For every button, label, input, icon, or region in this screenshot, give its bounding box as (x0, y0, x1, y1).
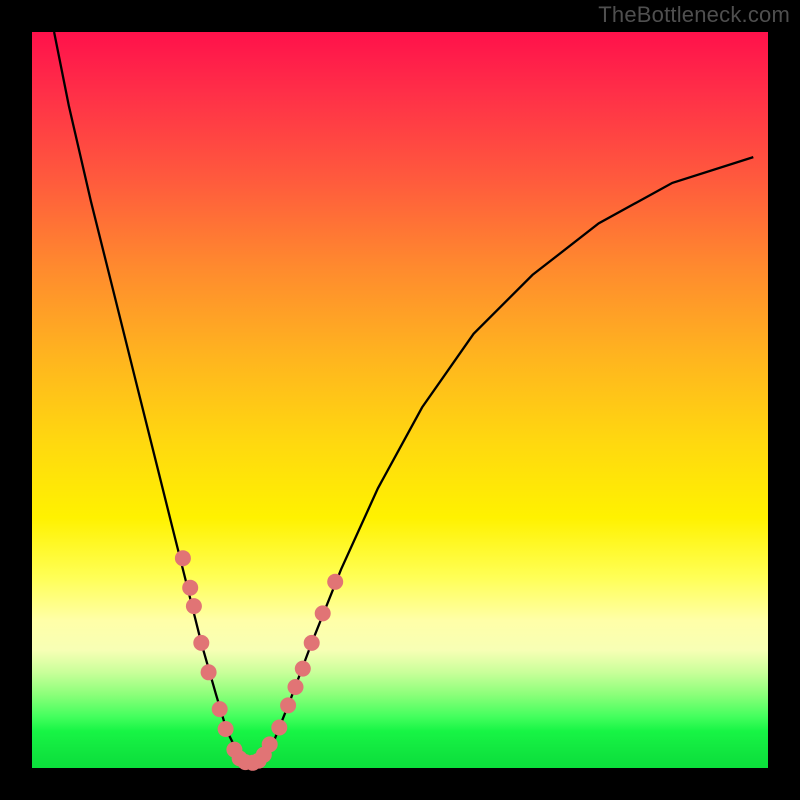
chart-frame: TheBottleneck.com (0, 0, 800, 800)
sample-marker (218, 721, 234, 737)
sample-marker (304, 635, 320, 651)
sample-marker (327, 574, 343, 590)
marker-group (175, 550, 343, 771)
sample-marker (288, 679, 304, 695)
sample-marker (280, 697, 296, 713)
sample-marker (271, 720, 287, 736)
sample-marker (315, 605, 331, 621)
bottleneck-curve (54, 32, 753, 763)
curve-svg (32, 32, 768, 768)
sample-marker (201, 664, 217, 680)
sample-marker (193, 635, 209, 651)
sample-marker (262, 736, 278, 752)
sample-marker (186, 598, 202, 614)
plot-area (32, 32, 768, 768)
sample-marker (182, 580, 198, 596)
sample-marker (212, 701, 228, 717)
sample-marker (175, 550, 191, 566)
watermark-text: TheBottleneck.com (598, 2, 790, 28)
sample-marker (295, 661, 311, 677)
